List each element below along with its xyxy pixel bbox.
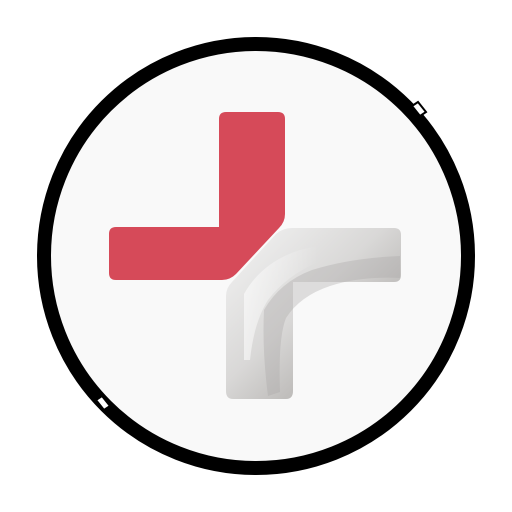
app-icon [0,0,512,512]
medical-cross-icon [37,37,475,475]
